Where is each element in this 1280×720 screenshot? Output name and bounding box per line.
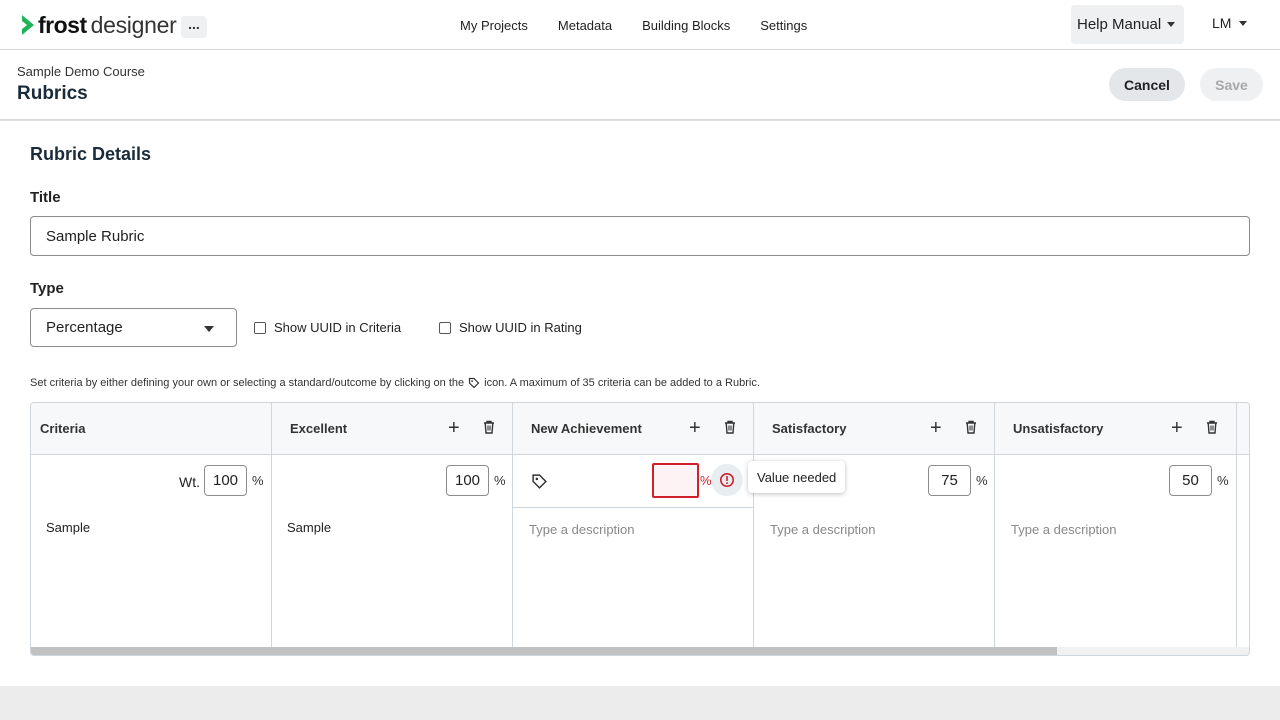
- cell-divider: [513, 507, 753, 508]
- criteria-hint: Set criteria by either defining your own…: [30, 377, 760, 389]
- scrollbar-thumb[interactable]: [31, 647, 1057, 655]
- percent-symbol: %: [1217, 473, 1229, 488]
- type-select-value: Percentage: [46, 319, 123, 336]
- breadcrumb-course[interactable]: Sample Demo Course: [17, 64, 145, 79]
- criteria-header-label: Criteria: [40, 421, 86, 436]
- level-column-unsatisfactory: Unsatisfactory + 50 % Type a description: [995, 403, 1237, 647]
- show-uuid-criteria-checkbox[interactable]: Show UUID in Criteria: [254, 320, 401, 335]
- nav-link-my-projects[interactable]: My Projects: [445, 18, 543, 33]
- error-indicator[interactable]: [711, 464, 743, 496]
- rubric-details-panel: Rubric Details Title Type Percentage Sho…: [0, 121, 1280, 686]
- nav-link-metadata[interactable]: Metadata: [543, 18, 627, 33]
- title-label: Title: [30, 189, 61, 206]
- add-level-icon[interactable]: +: [448, 418, 460, 438]
- help-manual-label: Help Manual: [1077, 16, 1162, 33]
- save-button[interactable]: Save: [1200, 68, 1263, 101]
- more-options-button[interactable]: ...: [181, 16, 207, 38]
- level-header: Unsatisfactory +: [995, 403, 1236, 455]
- main-nav-links: My Projects Metadata Building Blocks Set…: [445, 0, 822, 50]
- help-manual-dropdown[interactable]: Help Manual: [1071, 5, 1184, 44]
- page-header: Sample Demo Course Rubrics Cancel Save: [0, 50, 1280, 120]
- level-name[interactable]: Excellent: [290, 421, 347, 436]
- chevron-down-icon: [1167, 22, 1176, 27]
- logo-text-bold: frost: [38, 11, 87, 38]
- trash-icon[interactable]: [724, 420, 736, 434]
- level-header: Satisfactory +: [754, 403, 994, 455]
- logo-chevron-icon: [22, 15, 34, 35]
- tag-icon: [469, 377, 480, 389]
- logo-text-regular: designer: [90, 11, 177, 38]
- percent-symbol: %: [252, 473, 264, 488]
- level-description[interactable]: Sample: [287, 520, 331, 535]
- horizontal-scrollbar[interactable]: [31, 647, 1249, 655]
- title-input[interactable]: [30, 216, 1250, 256]
- user-menu-dropdown[interactable]: LM: [1212, 15, 1248, 31]
- description-placeholder[interactable]: Type a description: [1011, 522, 1117, 537]
- rubric-table: Criteria Wt. 100 % Sample Excellent + 10…: [30, 402, 1250, 656]
- level-header: Excellent +: [272, 403, 512, 455]
- nav-link-settings[interactable]: Settings: [745, 18, 822, 33]
- show-uuid-rating-checkbox[interactable]: Show UUID in Rating: [439, 320, 582, 335]
- percent-symbol: %: [976, 473, 988, 488]
- value-needed-tooltip: Value needed: [748, 461, 846, 493]
- percent-symbol: %: [700, 473, 712, 488]
- weight-input[interactable]: 100: [204, 465, 247, 496]
- level-header: New Achievement +: [513, 403, 753, 455]
- type-label: Type: [30, 280, 64, 297]
- trash-icon[interactable]: [483, 420, 495, 434]
- top-navbar: frost designer ... My Projects Metadata …: [0, 0, 1280, 50]
- checkbox-label: Show UUID in Criteria: [274, 320, 402, 335]
- percent-symbol: %: [494, 473, 506, 488]
- criteria-column: Criteria Wt. 100 % Sample: [31, 403, 272, 647]
- level-name[interactable]: New Achievement: [531, 421, 642, 436]
- nav-link-building-blocks[interactable]: Building Blocks: [627, 18, 745, 33]
- page-title: Rubrics: [17, 83, 88, 104]
- add-level-icon[interactable]: +: [689, 418, 701, 438]
- level-value-input[interactable]: 100: [446, 465, 489, 496]
- criteria-text[interactable]: Sample: [46, 520, 90, 535]
- cancel-button[interactable]: Cancel: [1109, 68, 1185, 101]
- level-column-overflow: [1237, 403, 1249, 647]
- level-column-new-achievement: New Achievement + % Type a description: [513, 403, 754, 647]
- level-column-satisfactory: Satisfactory + 75 % Type a description: [754, 403, 995, 647]
- level-name[interactable]: Satisfactory: [772, 421, 846, 436]
- section-title: Rubric Details: [30, 144, 152, 164]
- hint-text-before: Set criteria by either defining your own…: [30, 377, 465, 389]
- type-select[interactable]: Percentage: [30, 308, 237, 347]
- frost-designer-logo[interactable]: frost designer: [20, 11, 177, 39]
- criteria-column-header: Criteria: [31, 403, 271, 455]
- user-initials: LM: [1212, 15, 1232, 31]
- error-alert-icon: [720, 473, 734, 487]
- checkbox-box[interactable]: [254, 321, 266, 334]
- level-name[interactable]: Unsatisfactory: [1013, 421, 1103, 436]
- add-level-icon[interactable]: +: [930, 418, 942, 438]
- chevron-down-icon: [204, 326, 214, 332]
- level-value-input[interactable]: [652, 463, 699, 498]
- add-level-icon[interactable]: +: [1171, 418, 1183, 438]
- trash-icon[interactable]: [1206, 420, 1218, 434]
- level-column-excellent: Excellent + 100 % Sample: [272, 403, 513, 647]
- chevron-down-icon: [1239, 20, 1248, 26]
- tag-icon[interactable]: [531, 473, 548, 490]
- description-placeholder[interactable]: Type a description: [529, 522, 635, 537]
- hint-text-after: icon. A maximum of 35 criteria can be ad…: [484, 377, 760, 389]
- level-value-input[interactable]: 50: [1169, 465, 1212, 496]
- checkbox-box[interactable]: [439, 321, 451, 334]
- page-footer: [0, 686, 1280, 720]
- trash-icon[interactable]: [965, 420, 977, 434]
- description-placeholder[interactable]: Type a description: [770, 522, 876, 537]
- level-value-input[interactable]: 75: [928, 465, 971, 496]
- checkbox-label: Show UUID in Rating: [459, 320, 582, 335]
- weight-label: Wt.: [179, 474, 200, 490]
- level-header: [1237, 403, 1249, 455]
